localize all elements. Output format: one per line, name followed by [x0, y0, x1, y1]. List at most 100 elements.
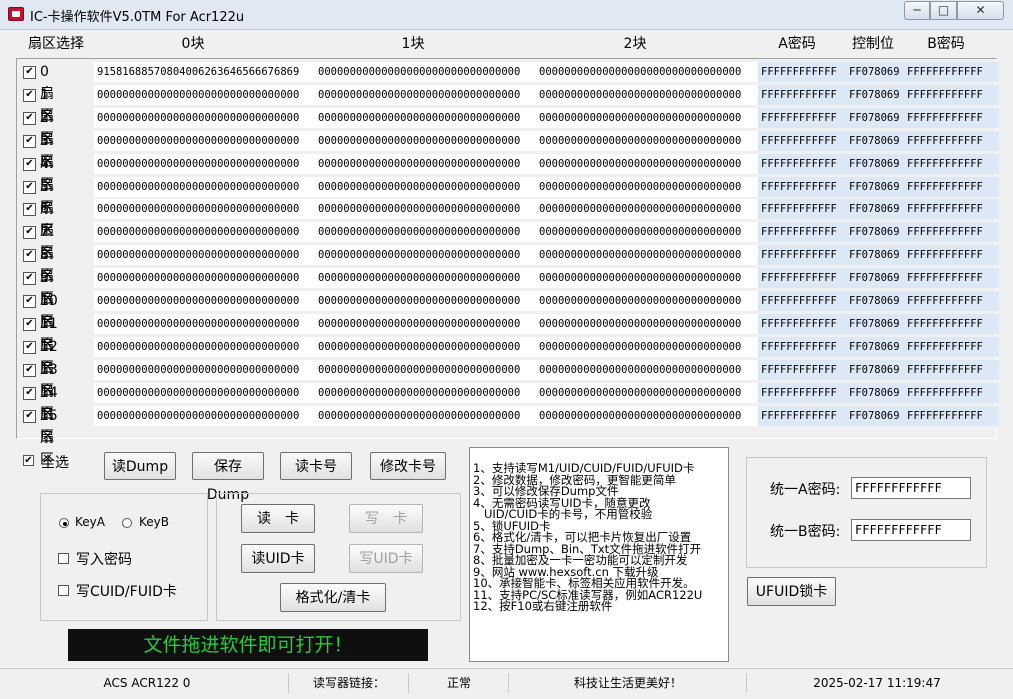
control-cell[interactable]: FF078069	[846, 314, 906, 334]
control-cell[interactable]: FF078069	[846, 222, 906, 242]
block0-cell[interactable]: 91581688570804006263646566676869	[94, 62, 317, 82]
keyB-cell[interactable]: FFFFFFFFFFFF	[904, 291, 999, 311]
keyB-cell[interactable]: FFFFFFFFFFFF	[904, 245, 999, 265]
block1-cell[interactable]: 00000000000000000000000000000000	[315, 131, 538, 151]
write-uid-card-button[interactable]: 写UID卡	[349, 544, 423, 573]
sector-checkbox[interactable]: ✔	[23, 158, 36, 171]
control-cell[interactable]: FF078069	[846, 360, 906, 380]
block2-cell[interactable]: 00000000000000000000000000000000	[536, 131, 760, 151]
maximize-button[interactable]: □	[930, 1, 957, 20]
minimize-button[interactable]: ─	[904, 1, 930, 20]
control-cell[interactable]: FF078069	[846, 85, 906, 105]
sector-checkbox[interactable]: ✔	[23, 89, 36, 102]
block2-cell[interactable]: 00000000000000000000000000000000	[536, 291, 760, 311]
block2-cell[interactable]: 00000000000000000000000000000000	[536, 245, 760, 265]
close-button[interactable]: ✕	[957, 1, 1004, 20]
sector-checkbox[interactable]: ✔	[23, 272, 36, 285]
control-cell[interactable]: FF078069	[846, 245, 906, 265]
keyB-cell[interactable]: FFFFFFFFFFFF	[904, 131, 999, 151]
block2-cell[interactable]: 00000000000000000000000000000000	[536, 154, 760, 174]
read-card-number-button[interactable]: 读卡号	[280, 452, 352, 480]
keyB-cell[interactable]: FFFFFFFFFFFF	[904, 383, 999, 403]
sector-checkbox[interactable]: ✔	[23, 295, 36, 308]
block2-cell[interactable]: 00000000000000000000000000000000	[536, 108, 760, 128]
write-cuid-fuid-checkbox[interactable]	[58, 585, 69, 596]
keyB-cell[interactable]: FFFFFFFFFFFF	[904, 154, 999, 174]
read-dump-button[interactable]: 读Dump	[104, 452, 176, 480]
keyB-cell[interactable]: FFFFFFFFFFFF	[904, 406, 999, 426]
block2-cell[interactable]: 00000000000000000000000000000000	[536, 85, 760, 105]
block2-cell[interactable]: 00000000000000000000000000000000	[536, 222, 760, 242]
control-cell[interactable]: FF078069	[846, 291, 906, 311]
block1-cell[interactable]: 00000000000000000000000000000000	[315, 268, 538, 288]
sector-checkbox[interactable]: ✔	[23, 410, 36, 423]
keyA-cell[interactable]: FFFFFFFFFFFF	[758, 337, 848, 357]
block2-cell[interactable]: 00000000000000000000000000000000	[536, 360, 760, 380]
unified-b-input[interactable]: FFFFFFFFFFFF	[851, 519, 971, 541]
keyA-cell[interactable]: FFFFFFFFFFFF	[758, 383, 848, 403]
keyA-cell[interactable]: FFFFFFFFFFFF	[758, 268, 848, 288]
keyA-cell[interactable]: FFFFFFFFFFFF	[758, 62, 848, 82]
block0-cell[interactable]: 00000000000000000000000000000000	[94, 383, 317, 403]
keyB-cell[interactable]: FFFFFFFFFFFF	[904, 199, 999, 219]
keyB-radio[interactable]	[122, 518, 132, 528]
block0-cell[interactable]: 00000000000000000000000000000000	[94, 131, 317, 151]
keyA-cell[interactable]: FFFFFFFFFFFF	[758, 154, 848, 174]
modify-card-number-button[interactable]: 修改卡号	[370, 452, 446, 480]
read-card-button[interactable]: 读 卡	[241, 504, 315, 533]
sector-checkbox[interactable]: ✔	[23, 181, 36, 194]
block1-cell[interactable]: 00000000000000000000000000000000	[315, 177, 538, 197]
keyB-cell[interactable]: FFFFFFFFFFFF	[904, 268, 999, 288]
control-cell[interactable]: FF078069	[846, 383, 906, 403]
keyA-cell[interactable]: FFFFFFFFFFFF	[758, 406, 848, 426]
block0-cell[interactable]: 00000000000000000000000000000000	[94, 245, 317, 265]
sector-checkbox[interactable]: ✔	[23, 112, 36, 125]
sector-checkbox[interactable]: ✔	[23, 364, 36, 377]
keyA-cell[interactable]: FFFFFFFFFFFF	[758, 131, 848, 151]
keyA-cell[interactable]: FFFFFFFFFFFF	[758, 108, 848, 128]
control-cell[interactable]: FF078069	[846, 131, 906, 151]
format-clear-button[interactable]: 格式化/清卡	[280, 583, 386, 612]
block2-cell[interactable]: 00000000000000000000000000000000	[536, 177, 760, 197]
write-password-checkbox[interactable]	[58, 553, 69, 564]
control-cell[interactable]: FF078069	[846, 199, 906, 219]
block1-cell[interactable]: 00000000000000000000000000000000	[315, 337, 538, 357]
block1-cell[interactable]: 00000000000000000000000000000000	[315, 291, 538, 311]
block1-cell[interactable]: 00000000000000000000000000000000	[315, 360, 538, 380]
block1-cell[interactable]: 00000000000000000000000000000000	[315, 199, 538, 219]
control-cell[interactable]: FF078069	[846, 177, 906, 197]
control-cell[interactable]: FF078069	[846, 337, 906, 357]
control-cell[interactable]: FF078069	[846, 268, 906, 288]
block1-cell[interactable]: 00000000000000000000000000000000	[315, 314, 538, 334]
block1-cell[interactable]: 00000000000000000000000000000000	[315, 62, 538, 82]
keyB-cell[interactable]: FFFFFFFFFFFF	[904, 85, 999, 105]
control-cell[interactable]: FF078069	[846, 62, 906, 82]
select-all-checkbox[interactable]: ✔	[23, 455, 34, 466]
keyB-cell[interactable]: FFFFFFFFFFFF	[904, 177, 999, 197]
block1-cell[interactable]: 00000000000000000000000000000000	[315, 383, 538, 403]
keyA-cell[interactable]: FFFFFFFFFFFF	[758, 314, 848, 334]
keyA-cell[interactable]: FFFFFFFFFFFF	[758, 85, 848, 105]
ufuid-lock-button[interactable]: UFUID锁卡	[747, 577, 836, 606]
keyB-cell[interactable]: FFFFFFFFFFFF	[904, 314, 999, 334]
keyA-cell[interactable]: FFFFFFFFFFFF	[758, 199, 848, 219]
control-cell[interactable]: FF078069	[846, 108, 906, 128]
block1-cell[interactable]: 00000000000000000000000000000000	[315, 85, 538, 105]
sector-checkbox[interactable]: ✔	[23, 66, 36, 79]
block0-cell[interactable]: 00000000000000000000000000000000	[94, 108, 317, 128]
block0-cell[interactable]: 00000000000000000000000000000000	[94, 154, 317, 174]
control-cell[interactable]: FF078069	[846, 154, 906, 174]
sector-checkbox[interactable]: ✔	[23, 249, 36, 262]
keyB-cell[interactable]: FFFFFFFFFFFF	[904, 62, 999, 82]
keyB-cell[interactable]: FFFFFFFFFFFF	[904, 337, 999, 357]
block2-cell[interactable]: 00000000000000000000000000000000	[536, 383, 760, 403]
block1-cell[interactable]: 00000000000000000000000000000000	[315, 154, 538, 174]
block2-cell[interactable]: 00000000000000000000000000000000	[536, 337, 760, 357]
block2-cell[interactable]: 00000000000000000000000000000000	[536, 406, 760, 426]
keyA-cell[interactable]: FFFFFFFFFFFF	[758, 177, 848, 197]
block2-cell[interactable]: 00000000000000000000000000000000	[536, 199, 760, 219]
write-card-button[interactable]: 写 卡	[349, 504, 423, 533]
keyA-cell[interactable]: FFFFFFFFFFFF	[758, 291, 848, 311]
keyA-cell[interactable]: FFFFFFFFFFFF	[758, 222, 848, 242]
block0-cell[interactable]: 00000000000000000000000000000000	[94, 360, 317, 380]
